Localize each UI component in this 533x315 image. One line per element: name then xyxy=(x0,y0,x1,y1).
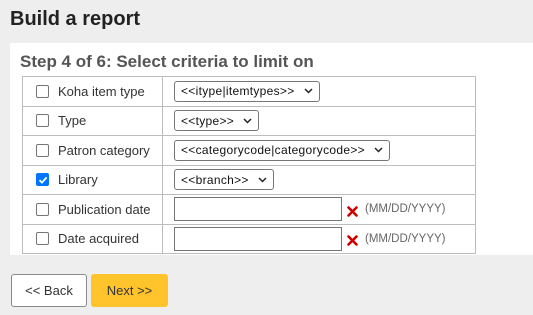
date-input-date-acquired[interactable] xyxy=(174,226,342,251)
checkbox-type[interactable] xyxy=(36,114,49,128)
date-row: (MM/DD/YYYY) xyxy=(174,197,475,222)
criteria-input-cell: (MM/DD/YYYY) xyxy=(162,194,476,225)
criteria-label-type[interactable]: Type xyxy=(36,113,162,128)
criteria-label-text: Type xyxy=(58,113,87,129)
select-type[interactable]: <<type>> xyxy=(174,110,260,132)
criteria-row: Library <<branch>> xyxy=(22,164,476,195)
criteria-row: Publication date (MM/DD/YYYY) xyxy=(22,194,476,225)
check-icon xyxy=(38,176,47,184)
criteria-label-cell: Patron category xyxy=(22,135,163,166)
criteria-input-cell: <<itype|itemtypes>> xyxy=(162,76,476,107)
criteria-panel: Step 4 of 6: Select criteria to limit on… xyxy=(10,43,533,255)
criteria-label-date-acquired[interactable]: Date acquired xyxy=(36,231,162,246)
date-row: (MM/DD/YYYY) xyxy=(174,226,475,251)
checkbox-koha-item-type[interactable] xyxy=(36,84,49,98)
criteria-label-text: Koha item type xyxy=(58,83,145,99)
date-format-hint: (MM/DD/YYYY) xyxy=(365,203,446,216)
criteria-label-cell: Date acquired xyxy=(22,223,163,254)
select-value: <<type>> xyxy=(181,113,235,128)
clear-date-icon[interactable] xyxy=(347,235,358,247)
criteria-input-cell: <<categorycode|categorycode>> xyxy=(162,135,476,166)
date-input-publication-date[interactable] xyxy=(174,197,342,222)
criteria-label-text: Patron category xyxy=(58,142,150,158)
select-patron-category[interactable]: <<categorycode|categorycode>> xyxy=(174,139,390,161)
select-value: <<branch>> xyxy=(181,172,249,187)
chevron-down-icon xyxy=(374,147,383,153)
chevron-down-icon xyxy=(258,177,267,183)
criteria-input-cell: <<type>> xyxy=(162,105,476,136)
date-format-hint: (MM/DD/YYYY) xyxy=(365,232,446,245)
criteria-label-cell: Koha item type xyxy=(22,76,163,107)
select-value: <<itype|itemtypes>> xyxy=(181,84,295,99)
criteria-row: Koha item type <<itype|itemtypes>> xyxy=(22,76,476,107)
criteria-label-cell: Publication date xyxy=(22,194,163,225)
checkbox-library[interactable] xyxy=(36,173,49,187)
criteria-label-koha-item-type[interactable]: Koha item type xyxy=(36,84,162,99)
criteria-row: Type <<type>> xyxy=(22,105,476,136)
clear-date-icon[interactable] xyxy=(347,205,358,217)
page-title: Build a report xyxy=(10,8,141,30)
select-library[interactable]: <<branch>> xyxy=(174,169,274,191)
criteria-label-patron-category[interactable]: Patron category xyxy=(36,143,162,158)
select-koha-item-type[interactable]: <<itype|itemtypes>> xyxy=(174,80,320,102)
criteria-label-text: Library xyxy=(58,172,98,188)
criteria-label-text: Date acquired xyxy=(58,231,139,247)
checkbox-date-acquired[interactable] xyxy=(36,232,49,246)
criteria-label-cell: Library xyxy=(22,164,163,195)
criteria-table: Koha item type <<itype|itemtypes>> Type <<t… xyxy=(22,76,476,254)
criteria-label-text: Publication date xyxy=(58,201,151,217)
step-title: Step 4 of 6: Select criteria to limit on xyxy=(20,52,314,71)
criteria-input-cell: (MM/DD/YYYY) xyxy=(162,223,476,254)
criteria-row: Date acquired (MM/DD/YYYY) xyxy=(22,223,476,254)
chevron-down-icon xyxy=(304,88,313,94)
criteria-label-library[interactable]: Library xyxy=(36,172,162,187)
criteria-label-cell: Type xyxy=(22,105,163,136)
checkbox-patron-category[interactable] xyxy=(36,143,49,157)
criteria-input-cell: <<branch>> xyxy=(162,164,476,195)
select-value: <<categorycode|categorycode>> xyxy=(181,143,365,158)
criteria-row: Patron category <<categorycode|categoryco… xyxy=(22,135,476,166)
criteria-label-publication-date[interactable]: Publication date xyxy=(36,202,162,217)
chevron-down-icon xyxy=(243,118,252,124)
next-button[interactable]: Next >> xyxy=(91,274,168,307)
back-button[interactable]: << Back xyxy=(11,274,87,307)
checkbox-publication-date[interactable] xyxy=(36,202,49,216)
